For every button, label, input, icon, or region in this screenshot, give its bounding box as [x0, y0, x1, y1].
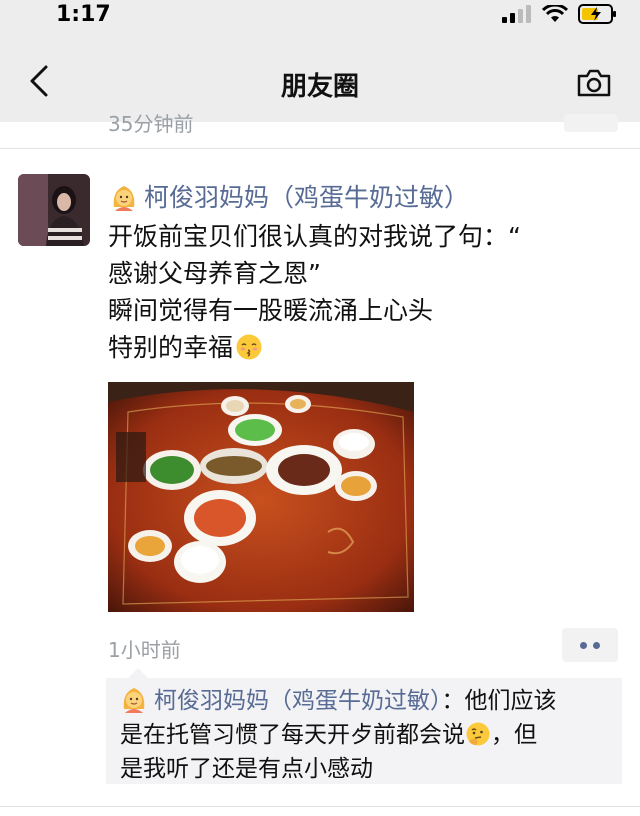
navigation-bar: 朋友圈	[0, 36, 640, 122]
post-time: 1小时前	[108, 638, 181, 662]
signal-icon	[502, 5, 531, 23]
post-author-name: 柯俊羽妈妈（鸡蛋牛奶过敏）	[144, 183, 470, 212]
comment-line: 是我听了还是有点小感动	[120, 756, 373, 782]
woman-emoji-icon	[123, 688, 145, 713]
comment-text: 是在托管习惯了每天开歺前都会说	[120, 722, 465, 748]
post-line: 瞬间觉得有一股暖流涌上心头	[108, 296, 434, 325]
woman-emoji-icon	[113, 186, 135, 211]
comment-separator: ：	[441, 688, 465, 714]
post-photo[interactable]	[108, 382, 414, 612]
comment-line: 柯俊羽妈妈（鸡蛋牛奶过敏）：他们应该	[120, 684, 616, 718]
battery-charging-icon	[578, 4, 616, 24]
status-time: 1:17	[56, 2, 111, 27]
post-line: 开饭前宝贝们很认真的对我说了句：“	[108, 222, 521, 251]
comment-text: 他们应该	[464, 688, 557, 714]
post-divider	[0, 806, 640, 807]
comment-author[interactable]: 柯俊羽妈妈（鸡蛋牛奶过敏）	[154, 688, 442, 714]
wifi-icon	[542, 5, 568, 22]
thinking-face-emoji-icon	[466, 722, 490, 746]
status-icons	[502, 4, 618, 24]
comments-pointer	[128, 668, 148, 678]
post-line: 感谢父母养育之恩”	[108, 259, 321, 288]
post-author[interactable]: 柯俊羽妈妈（鸡蛋牛奶过敏）	[110, 178, 469, 214]
previous-post-more-button[interactable]	[564, 114, 618, 132]
comment-line: 是在托管习惯了每天开歺前都会说 ，但	[120, 718, 616, 752]
avatar[interactable]	[18, 174, 90, 246]
status-bar: 1:17	[0, 0, 640, 36]
previous-post-time: 35分钟前	[108, 112, 194, 136]
comments-panel: 柯俊羽妈妈（鸡蛋牛奶过敏）：他们应该 是在托管习惯了每天开歺前都会说 ，但 是我…	[106, 668, 622, 786]
post-line: 特别的幸福	[108, 333, 234, 362]
camera-icon[interactable]	[576, 68, 612, 98]
page-title: 朋友圈	[280, 72, 359, 102]
post-divider	[0, 148, 640, 149]
comment[interactable]: 柯俊羽妈妈（鸡蛋牛奶过敏）：他们应该 是在托管习惯了每天开歺前都会说 ，但 是我…	[120, 684, 616, 786]
comment-text: ，但	[491, 722, 537, 748]
post-line-with-emoji: 特别的幸福	[108, 329, 618, 366]
post-more-button[interactable]	[562, 628, 618, 662]
more-dot-icon	[593, 642, 600, 649]
kissing-face-emoji-icon	[236, 334, 262, 360]
more-dot-icon	[580, 642, 587, 649]
post-content: 开饭前宝贝们很认真的对我说了句：“ 感谢父母养育之恩” 瞬间觉得有一股暖流涌上心…	[108, 218, 618, 366]
